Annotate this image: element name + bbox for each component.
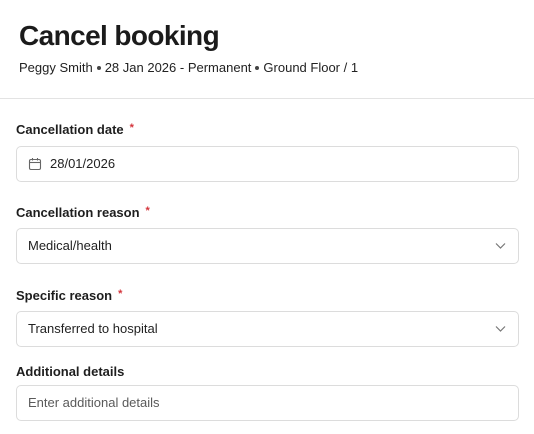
page-header: Cancel booking Peggy Smith 28 Jan 2026 - … [0, 0, 534, 99]
calendar-icon [28, 158, 42, 171]
guest-name: Peggy Smith [19, 60, 93, 75]
cancellation-date-value: 28/01/2026 [50, 156, 116, 171]
required-marker: * [145, 205, 150, 217]
cancellation-date-field[interactable]: 28/01/2026 [16, 146, 519, 182]
separator-dot [255, 65, 260, 70]
required-marker: * [129, 122, 134, 134]
cancellation-reason-select[interactable]: Medical/health [16, 228, 519, 264]
separator-dot [96, 65, 101, 70]
additional-details-label: Additional details [16, 364, 125, 379]
booking-location: Ground Floor / 1 [263, 60, 359, 75]
additional-details-placeholder: Enter additional details [28, 395, 160, 410]
page-title: Cancel booking [19, 20, 220, 51]
booking-info: 28 Jan 2026 - Permanent [104, 60, 252, 75]
chevron-down-icon [495, 243, 506, 249]
booking-summary: Peggy Smith 28 Jan 2026 - Permanent Ground… [19, 60, 358, 76]
specific-reason-select[interactable]: Transferred to hospital [16, 311, 519, 347]
cancellation-date-label: Cancellation date * [16, 122, 134, 137]
cancellation-reason-label: Cancellation reason * [16, 205, 150, 220]
cancellation-reason-value: Medical/health [28, 238, 112, 253]
chevron-down-icon [495, 326, 506, 332]
specific-reason-label: Specific reason * [16, 288, 123, 303]
specific-reason-value: Transferred to hospital [28, 321, 158, 336]
required-marker: * [118, 288, 123, 300]
additional-details-input[interactable]: Enter additional details [16, 385, 519, 421]
